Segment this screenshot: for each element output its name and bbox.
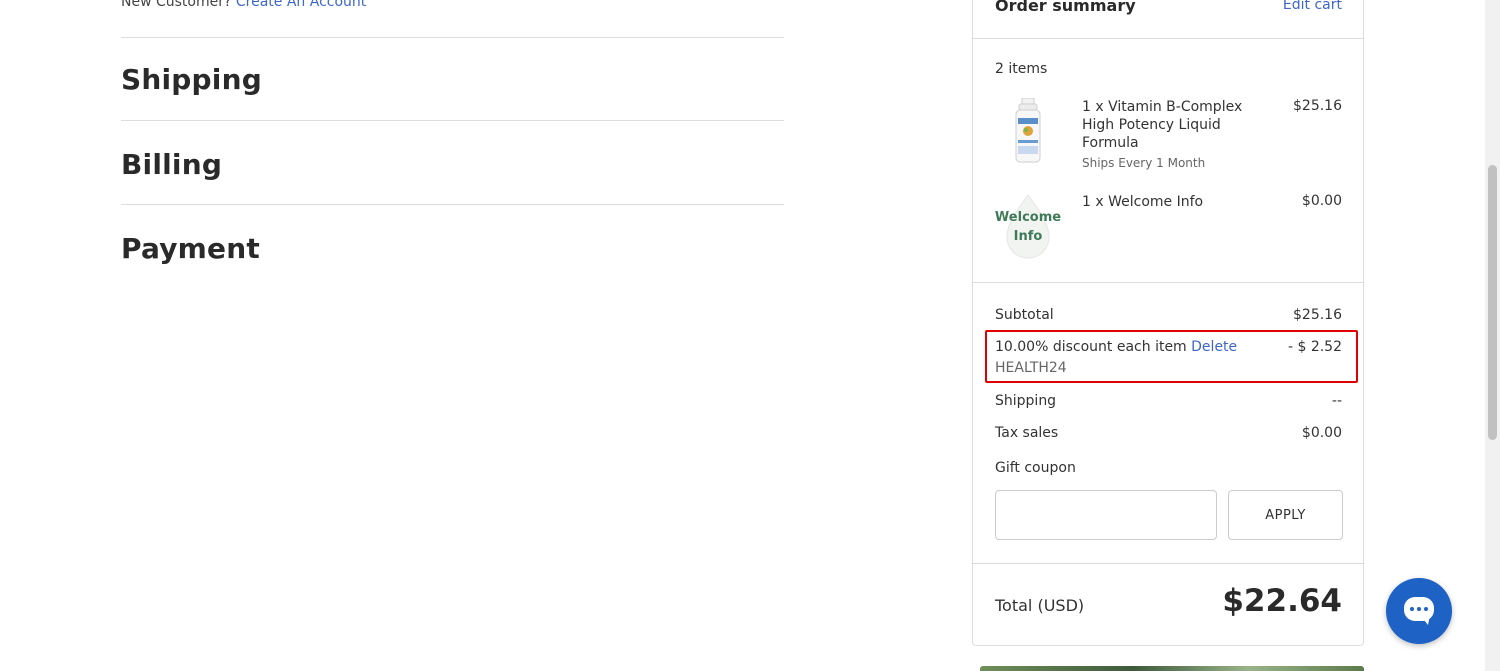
cart-item: Welcome Info 1 x Welcome Info $0.00 bbox=[995, 193, 1342, 263]
payment-section-title[interactable]: Payment bbox=[121, 232, 260, 265]
gift-coupon-input[interactable] bbox=[995, 490, 1217, 540]
coupon-code: HEALTH24 bbox=[995, 360, 1067, 376]
welcome-thumb-text: Welcome bbox=[995, 210, 1061, 225]
shipping-section-title[interactable]: Shipping bbox=[121, 63, 262, 96]
discount-label: 10.00% discount each item bbox=[995, 339, 1187, 355]
card-divider bbox=[973, 563, 1363, 564]
item-price: $0.00 bbox=[1301, 193, 1342, 209]
billing-section-title[interactable]: Billing bbox=[121, 148, 222, 181]
order-summary-card: Order summary Edit cart 2 items 1 x Vita… bbox=[972, 0, 1364, 646]
promo-image bbox=[980, 666, 1364, 671]
section-divider bbox=[121, 120, 784, 121]
discount-value: - $ 2.52 bbox=[1287, 339, 1342, 355]
section-divider bbox=[121, 37, 784, 38]
total-value: $22.64 bbox=[1222, 583, 1342, 619]
card-divider bbox=[973, 38, 1363, 39]
shipping-value: -- bbox=[1331, 393, 1342, 409]
total-label: Total (USD) bbox=[995, 596, 1085, 615]
create-account-link[interactable]: Create An Account bbox=[236, 0, 366, 10]
discount-line: 10.00% discount each item Delete bbox=[995, 339, 1237, 355]
shipping-label: Shipping bbox=[995, 393, 1057, 409]
supplement-bottle-image bbox=[995, 97, 1061, 164]
new-customer-line: New Customer? Create An Account bbox=[121, 0, 366, 10]
tax-value: $0.00 bbox=[1301, 425, 1342, 441]
order-summary-title: Order summary bbox=[995, 0, 1136, 15]
apply-coupon-button[interactable]: APPLY bbox=[1228, 490, 1343, 540]
info-thumb-text: Info bbox=[1014, 229, 1043, 244]
subtotal-value: $25.16 bbox=[1293, 307, 1342, 323]
items-count: 2 items bbox=[995, 61, 1048, 77]
item-name: 1 x Vitamin B-Complex High Potency Liqui… bbox=[1082, 99, 1243, 151]
delete-discount-link[interactable]: Delete bbox=[1191, 339, 1237, 355]
new-customer-text: New Customer? bbox=[121, 0, 232, 10]
gift-coupon-label: Gift coupon bbox=[995, 460, 1076, 476]
edit-cart-link[interactable]: Edit cart bbox=[1283, 0, 1342, 13]
subtotal-label: Subtotal bbox=[995, 307, 1054, 323]
tax-label: Tax sales bbox=[995, 425, 1059, 441]
card-divider bbox=[973, 282, 1363, 283]
welcome-info-image: Welcome Info bbox=[995, 193, 1061, 259]
cart-item: 1 x Vitamin B-Complex High Potency Liqui… bbox=[995, 97, 1342, 178]
item-name: 1 x Welcome Info bbox=[1082, 194, 1204, 210]
chat-launcher-button[interactable] bbox=[1386, 578, 1452, 644]
item-subscription-note: Ships Every 1 Month bbox=[1082, 156, 1206, 170]
item-price: $25.16 bbox=[1293, 98, 1342, 114]
scrollbar-thumb[interactable] bbox=[1488, 165, 1497, 440]
section-divider bbox=[121, 204, 784, 205]
